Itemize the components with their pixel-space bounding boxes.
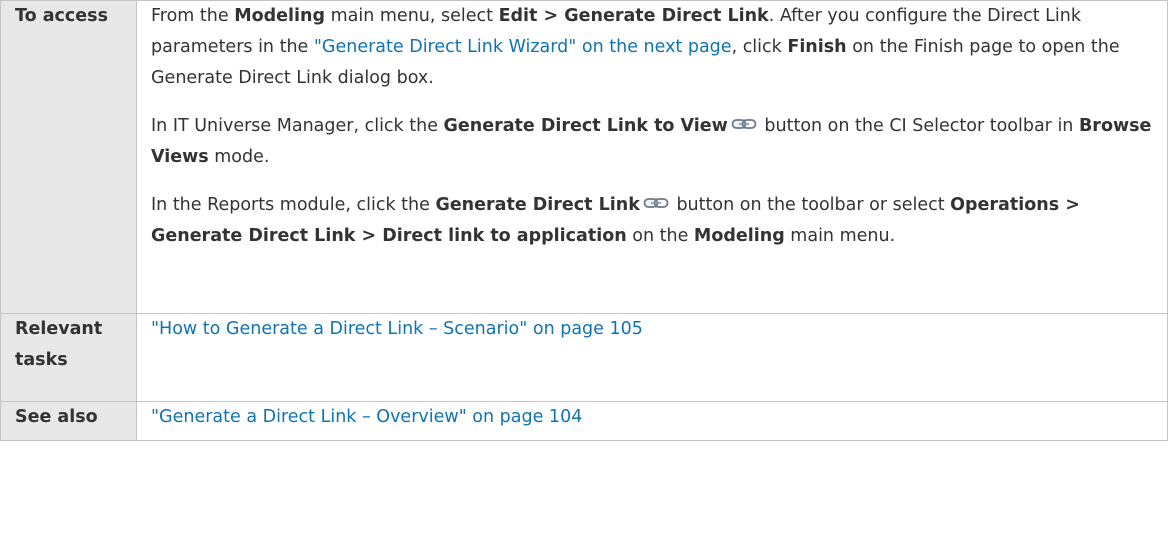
row-header-to-access: To access <box>0 0 137 314</box>
access-paragraph-3: In the Reports module, click the Generat… <box>151 190 1167 252</box>
row-body-to-access: From the Modeling main menu, select Edit… <box>136 0 1168 314</box>
access-paragraph-2: In IT Universe Manager, click the Genera… <box>151 111 1167 173</box>
bold-text: Edit > Generate Direct Link <box>498 6 769 26</box>
access-paragraph-1: From the Modeling main menu, select Edit… <box>151 1 1167 94</box>
row-header-see-also: See also <box>0 401 137 441</box>
table-row-see-also: See also "Generate a Direct Link – Overv… <box>0 401 1168 441</box>
text: In the Reports module, click the <box>151 195 436 215</box>
text: button on the toolbar or select <box>670 195 951 215</box>
row-header-relevant-tasks: Relevant tasks <box>0 313 137 402</box>
text: main menu, select <box>325 6 499 26</box>
bold-text: Finish <box>787 37 847 57</box>
text: main menu. <box>784 226 896 246</box>
table-row-relevant-tasks: Relevant tasks "How to Generate a Direct… <box>0 313 1168 402</box>
bold-text: Generate Direct Link <box>435 195 640 215</box>
bold-text: Generate Direct Link to View <box>443 116 728 136</box>
row-body-relevant-tasks: "How to Generate a Direct Link – Scenari… <box>136 313 1168 402</box>
info-table: To access From the Modeling main menu, s… <box>0 0 1168 441</box>
table-row-to-access: To access From the Modeling main menu, s… <box>0 0 1168 314</box>
text: mode. <box>208 147 270 167</box>
text: button on the CI Selector toolbar in <box>758 116 1079 136</box>
scenario-link[interactable]: "How to Generate a Direct Link – Scenari… <box>151 319 643 339</box>
direct-link-icon <box>731 112 757 129</box>
row-body-see-also: "Generate a Direct Link – Overview" on p… <box>136 401 1168 441</box>
wizard-link[interactable]: "Generate Direct Link Wizard" on the nex… <box>314 37 732 57</box>
overview-link[interactable]: "Generate a Direct Link – Overview" on p… <box>151 407 582 427</box>
direct-link-icon <box>643 191 669 208</box>
bold-text: Modeling <box>693 226 785 246</box>
text: In IT Universe Manager, click the <box>151 116 444 136</box>
bold-text: Modeling <box>234 6 326 26</box>
text: From the <box>151 6 235 26</box>
text: , click <box>731 37 788 57</box>
text: on the <box>626 226 694 246</box>
